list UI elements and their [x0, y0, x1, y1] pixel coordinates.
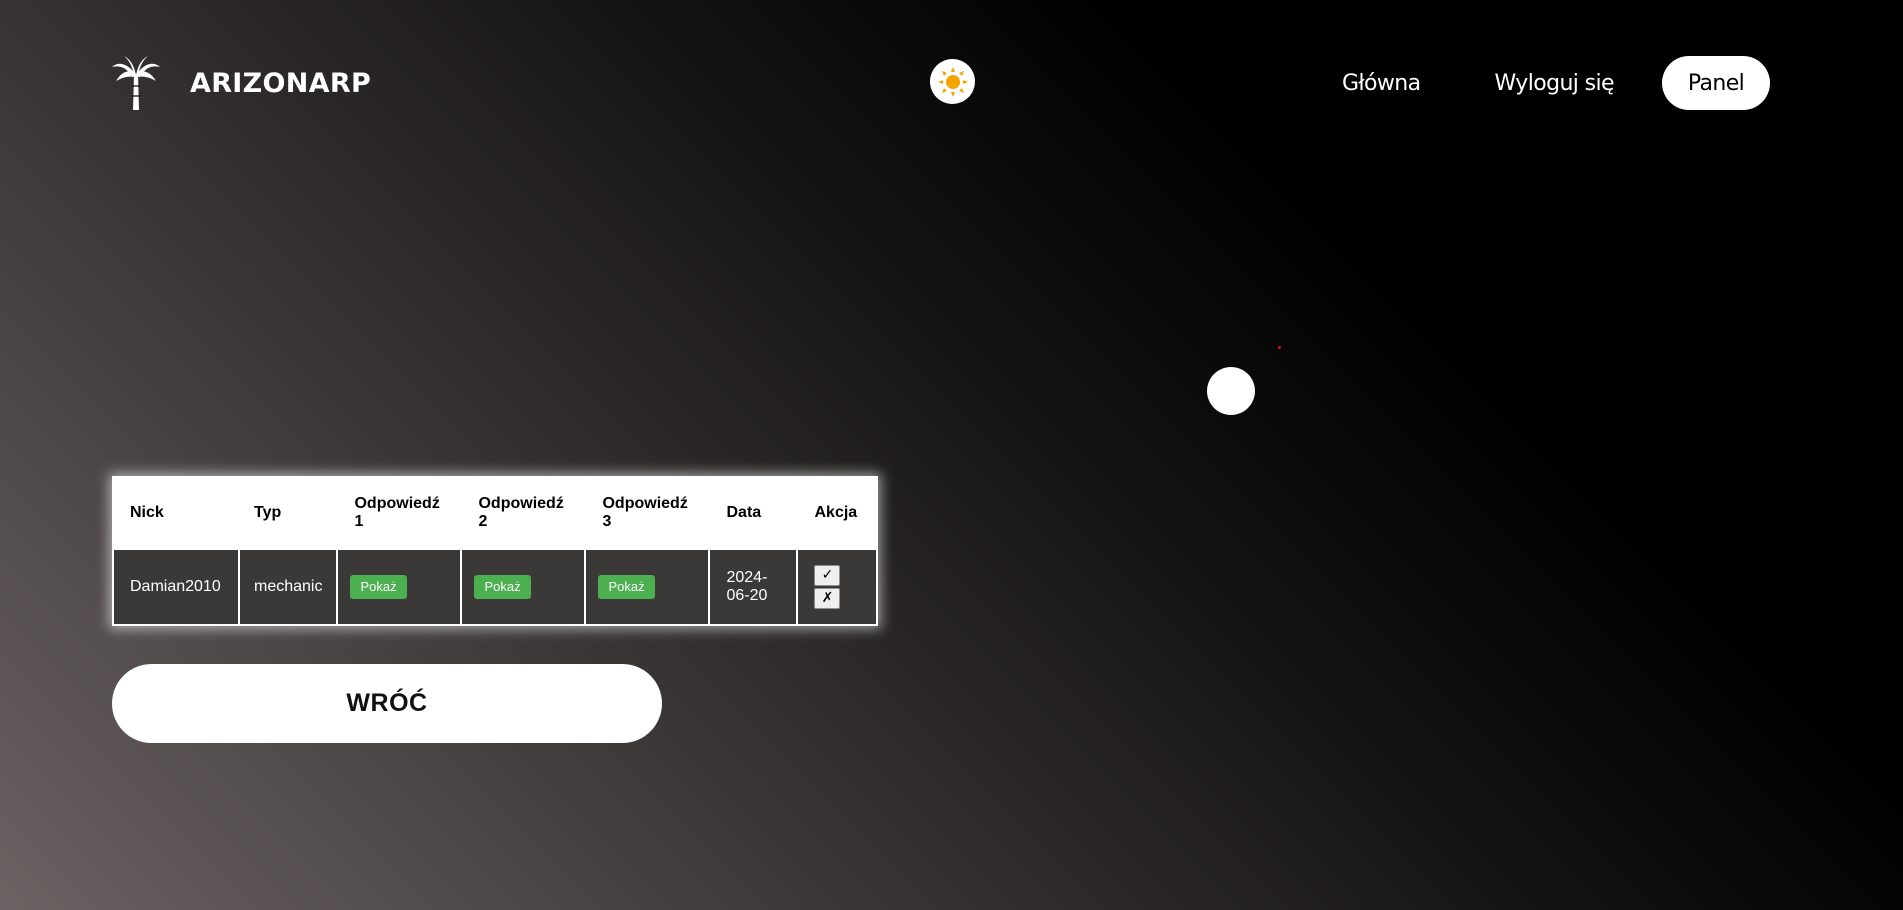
column-header-answer-1: Odpowiedź 1 [336, 476, 463, 550]
sun-icon [937, 66, 968, 97]
main-nav: Główna Wyloguj się Panel [1342, 56, 1770, 110]
reject-button[interactable]: ✗ [814, 588, 841, 609]
column-header-type: Typ [237, 476, 339, 550]
nav-logout-link[interactable]: Wyloguj się [1495, 71, 1615, 96]
cell-nick: Damian2010 [112, 548, 240, 626]
column-header-action: Akcja [796, 476, 879, 550]
cell-date: 2024-06-20 [708, 548, 799, 626]
theme-toggle-button[interactable] [930, 59, 975, 104]
applications-table: Nick Typ Odpowiedź 1 Odpowiedź 2 Odpowie… [112, 476, 879, 626]
nav-panel-button[interactable]: Panel [1662, 56, 1770, 110]
nav-home-link[interactable]: Główna [1342, 71, 1421, 96]
cell-answer-3: Pokaż [584, 548, 711, 626]
column-header-nick: Nick [112, 476, 240, 550]
column-header-date: Data [708, 476, 799, 550]
column-header-answer-3: Odpowiedź 3 [584, 476, 711, 550]
brand-name: ARIZONARP [190, 67, 372, 99]
action-buttons: ✓ ✗ [814, 565, 860, 609]
column-header-answer-2: Odpowiedź 2 [460, 476, 587, 550]
show-answer-3-button[interactable]: Pokaż [598, 575, 655, 599]
decorative-dot [1207, 367, 1255, 415]
accept-button[interactable]: ✓ [814, 565, 841, 586]
decorative-red-dot [1278, 346, 1281, 349]
cell-answer-2: Pokaż [460, 548, 587, 626]
cell-action: ✓ ✗ [796, 548, 879, 626]
cell-answer-1: Pokaż [336, 548, 463, 626]
show-answer-2-button[interactable]: Pokaż [474, 575, 531, 599]
table-row: Damian2010 mechanic Pokaż Pokaż Pokaż 20… [112, 548, 879, 626]
cell-type: mechanic [237, 548, 339, 626]
show-answer-1-button[interactable]: Pokaż [350, 575, 407, 599]
applications-table-container: Nick Typ Odpowiedź 1 Odpowiedź 2 Odpowie… [112, 476, 879, 626]
brand-logo[interactable]: ARIZONARP [110, 55, 371, 111]
table-header-row: Nick Typ Odpowiedź 1 Odpowiedź 2 Odpowie… [112, 476, 879, 550]
back-button[interactable]: WRÓĆ [112, 664, 662, 743]
palm-tree-icon [112, 56, 160, 110]
